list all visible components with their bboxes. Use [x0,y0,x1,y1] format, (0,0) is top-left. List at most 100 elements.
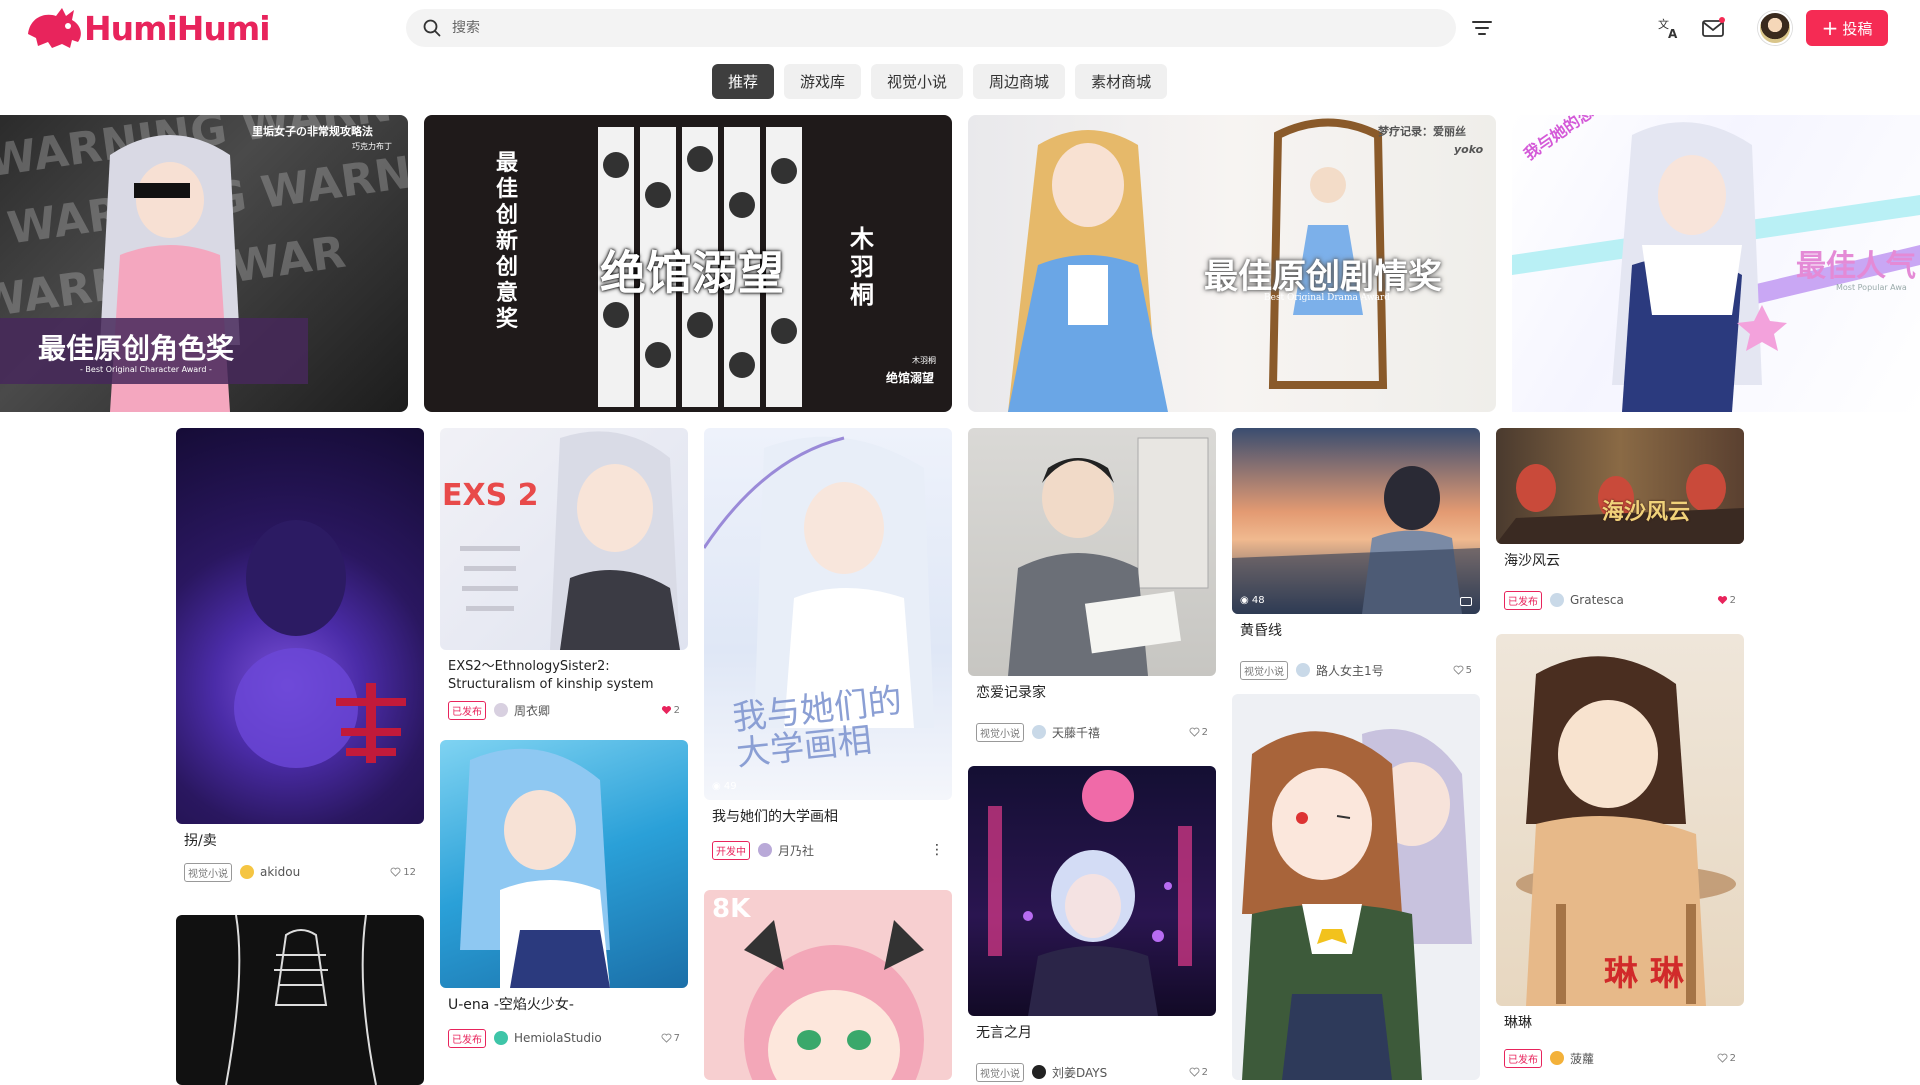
likes-value: 7 [673,1032,680,1044]
cover-art [1496,464,1744,544]
author-avatar [1032,725,1046,739]
banner-2-award: 最佳创新创意奖 [496,151,519,332]
tab-merch-store[interactable]: 周边商城 [973,64,1066,99]
cover-art [1242,729,1472,1080]
like-count[interactable]: 12 [390,867,416,878]
filter-icon[interactable] [1470,16,1494,40]
logo-text: HumiHumi [84,8,271,48]
author-name[interactable]: akidou [260,865,300,879]
work-card[interactable]: U-ena -空焰火少女- 已发布 HemiolaStudio 7 [440,740,688,1048]
card-title: 海沙风云 [1504,553,1560,569]
card-thumbnail [176,915,424,1085]
likes-value: 2 [1729,1052,1736,1064]
svg-text:A: A [1668,27,1678,41]
banner-best-drama[interactable]: 最佳原创剧情奖 Best Original Drama Award 梦疗记录：爱… [968,115,1496,412]
work-card[interactable]: 8K [704,890,952,1080]
cover-badge: 8K [712,894,751,924]
banner-2-title: 绝馆溺望 [600,246,784,300]
tab-asset-store[interactable]: 素材商城 [1075,64,1168,99]
heart-filled-icon [1717,596,1727,605]
card-thumbnail [1232,694,1480,1080]
work-card[interactable]: ◉ 48 黄昏线 视觉小说 路人女主1号 5 [1232,428,1480,680]
views-value: 48 [1251,595,1265,606]
status-tag: 视觉小说 [1240,660,1288,680]
card-meta: 视觉小说 路人女主1号 5 [1232,660,1480,680]
mail-icon[interactable] [1700,15,1726,41]
search-bar[interactable] [406,9,1456,47]
banner-3-author: yoko [1454,143,1484,156]
work-card[interactable]: 我与她们的大学画相 ◉ 49 我与她们的大学画相 开发中 月乃社 ⋮ [704,428,952,860]
submit-post-button[interactable]: + 投稿 [1806,10,1888,46]
banner-1-author: 巧克力布丁 [352,142,392,151]
author-avatar [1296,663,1310,677]
like-count[interactable]: 2 [1189,1067,1208,1078]
card-thumbnail: 8K [704,890,952,1080]
card-thumbnail: 我与她们的大学画相 ◉ 49 [704,428,952,800]
top-header: HumiHumi 文 A + 投稿 [0,0,1920,60]
user-avatar[interactable] [1758,11,1792,45]
like-count[interactable]: 2 [661,705,680,716]
author-name[interactable]: 周衣卿 [514,702,550,719]
like-count[interactable]: 5 [1453,665,1472,676]
tab-recommend[interactable]: 推荐 [712,64,775,99]
card-thumbnail [968,766,1216,1016]
author-name[interactable]: 月乃社 [778,842,814,859]
work-card[interactable]: 无言之月 视觉小说 刘姜DAYS 2 [968,766,1216,1082]
more-options-icon[interactable]: ⋮ [930,842,944,858]
card-thumbnail [440,740,688,988]
banner-most-popular[interactable]: 我与她的恋爱面试会 最佳人气 Most Popular Awa [1512,115,1920,412]
tab-visual-novel[interactable]: 视觉小说 [871,64,964,99]
banner-best-innovation[interactable]: . 绝馆溺望 最佳创新创意奖 木羽桐 木羽桐 绝馆溺望 [424,115,952,412]
like-count[interactable]: 2 [1717,1053,1736,1064]
author-avatar [494,703,508,717]
status-tag: 已发布 [1504,590,1542,610]
heart-outline-icon [661,1033,672,1043]
author-avatar [1550,593,1564,607]
status-tag: 视觉小说 [184,862,232,882]
card-meta: 已发布 菠蘿 2 [1496,1048,1744,1068]
heart-outline-icon [1453,665,1464,675]
cover-signature: 琳 琳 [1604,954,1684,994]
author-name[interactable]: 路人女主1号 [1316,662,1384,679]
cover-art [460,748,610,988]
card-title: 拐/卖 [184,833,217,849]
like-count[interactable]: 7 [661,1033,680,1044]
author-name[interactable]: Gratesca [1570,593,1624,607]
likes-value: 2 [1201,1066,1208,1078]
status-tag: 已发布 [448,1028,486,1048]
banner-4-title: 最佳人气 [1796,249,1916,284]
status-tag: 已发布 [448,700,486,720]
card-thumbnail [176,428,424,824]
work-card[interactable]: 海沙风云 海沙风云 已发布 Gratesca 2 [1496,428,1744,610]
author-name[interactable]: 天藤千禧 [1052,724,1100,741]
card-thumbnail: ◉ 48 [1232,428,1480,614]
translate-icon[interactable]: 文 A [1656,15,1682,41]
work-card[interactable]: 恋爱记录家 视觉小说 天藤千禧 2 [968,428,1216,742]
status-tag: 视觉小说 [976,1062,1024,1082]
likes-value: 5 [1465,664,1472,676]
card-title: U-ena -空焰火少女- [448,997,574,1013]
tab-game-library[interactable]: 游戏库 [784,64,862,99]
author-name[interactable]: 菠蘿 [1570,1050,1594,1067]
status-tag: 已发布 [1504,1048,1542,1068]
card-thumbnail: 海沙风云 [1496,428,1744,544]
work-card[interactable] [1232,694,1480,1080]
author-name[interactable]: HemiolaStudio [514,1031,602,1045]
search-input[interactable] [452,20,1352,36]
work-card[interactable] [176,915,424,1085]
likes-value: 2 [1729,594,1736,606]
work-card[interactable]: EXS 2 EXS2～EthnologySister2: Structurali… [440,428,688,720]
like-count[interactable]: 2 [1189,727,1208,738]
author-name[interactable]: 刘姜DAYS [1052,1064,1107,1081]
card-meta: 视觉小说 akidou 12 [176,862,424,882]
banner-1-title: 最佳原创角色奖 [38,332,235,365]
banner-2-author: 木羽桐 [912,356,936,365]
work-card[interactable]: 拐/卖 视觉小说 akidou 12 [176,428,424,882]
cover-title-art: 海沙风云 [1602,500,1691,525]
banner-best-character[interactable]: WARNING WARN WARNING WARN WARNING WAR 最佳… [0,115,408,412]
banner-3-subtitle: Best Original Drama Award [1264,293,1391,303]
like-count[interactable]: 2 [1717,595,1736,606]
work-card[interactable]: 琳 琳 琳琳 已发布 菠蘿 2 [1496,634,1744,1068]
site-logo[interactable]: HumiHumi [22,4,271,52]
banner-3-title: 最佳原创剧情奖 [1204,257,1442,297]
